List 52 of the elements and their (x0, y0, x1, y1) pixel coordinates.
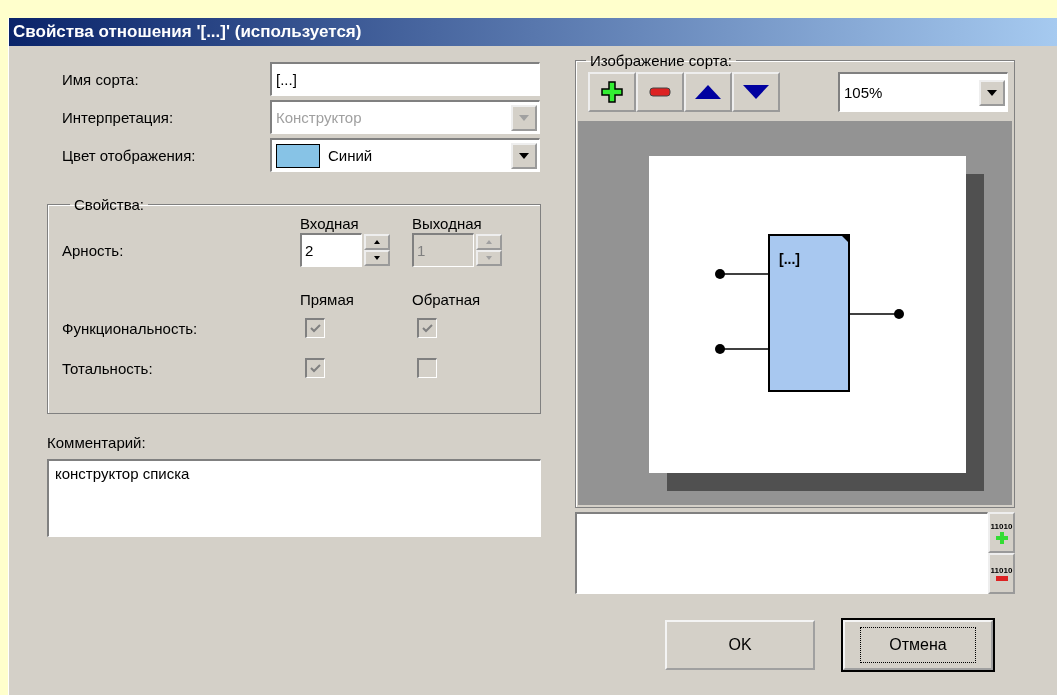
dialog-button[interactable]: OK (665, 620, 815, 670)
field-label: Имя сорта: (62, 70, 140, 88)
number-field[interactable]: 2 (300, 233, 362, 267)
toolbar-button[interactable] (588, 72, 636, 112)
comment-field[interactable]: конструктор списка (47, 459, 541, 537)
zoom-dropdown[interactable]: 105% (838, 72, 1008, 112)
group-title: Изображение сорта: (589, 52, 733, 69)
column-label: Прямая (300, 290, 355, 308)
spin-down-button[interactable] (364, 250, 390, 266)
comment-label: Комментарий: (47, 434, 147, 451)
plus-icon (995, 531, 1008, 544)
row-label: Функциональность: (62, 318, 199, 339)
input-connector (715, 344, 770, 354)
check-icon (310, 324, 321, 333)
group-title: Свойства: (73, 196, 146, 213)
field-label: Цвет отображения: (62, 146, 197, 164)
row-label: Тотальность: (62, 358, 154, 379)
minus-icon (649, 87, 671, 97)
arity-label: Арность: (62, 241, 125, 259)
name-field[interactable]: [...] (270, 62, 540, 96)
plus-icon (601, 81, 623, 103)
check-icon (310, 364, 321, 373)
column-label: Выходная (412, 214, 483, 232)
remove-bits-button[interactable]: 11010 (988, 553, 1015, 594)
toolbar-button[interactable] (684, 72, 732, 112)
up-triangle-icon (695, 85, 721, 99)
up-arrow-icon (374, 240, 380, 244)
caret-icon (519, 152, 529, 159)
output-connector (848, 309, 904, 319)
node-label: [...] (779, 251, 800, 267)
down-arrow-icon (374, 256, 380, 260)
up-arrow-icon (486, 240, 492, 244)
field-label: Интерпретация: (62, 108, 175, 126)
caret-icon (519, 114, 529, 121)
toolbar-button[interactable] (732, 72, 780, 112)
dropdown-button[interactable] (511, 142, 537, 169)
caret-icon (987, 89, 997, 96)
check-icon (422, 324, 433, 333)
down-triangle-icon (743, 85, 769, 99)
add-bits-button[interactable]: 11010 (988, 512, 1015, 553)
spin-up-button[interactable] (364, 234, 390, 250)
dropdown-button[interactable] (979, 79, 1005, 106)
column-label: Обратная (412, 290, 482, 308)
window-title: Свойства отношения '[...]' (используется) (9, 18, 1057, 46)
text-field[interactable] (575, 512, 988, 594)
toolbar-button[interactable] (636, 72, 684, 112)
column-label: Входная (300, 214, 360, 232)
input-connector (715, 269, 770, 279)
minus-icon (995, 576, 1008, 581)
dialog-button[interactable]: Отмена (843, 620, 993, 670)
color-dropdown[interactable]: Синий (270, 138, 540, 172)
down-arrow-icon (486, 256, 492, 260)
